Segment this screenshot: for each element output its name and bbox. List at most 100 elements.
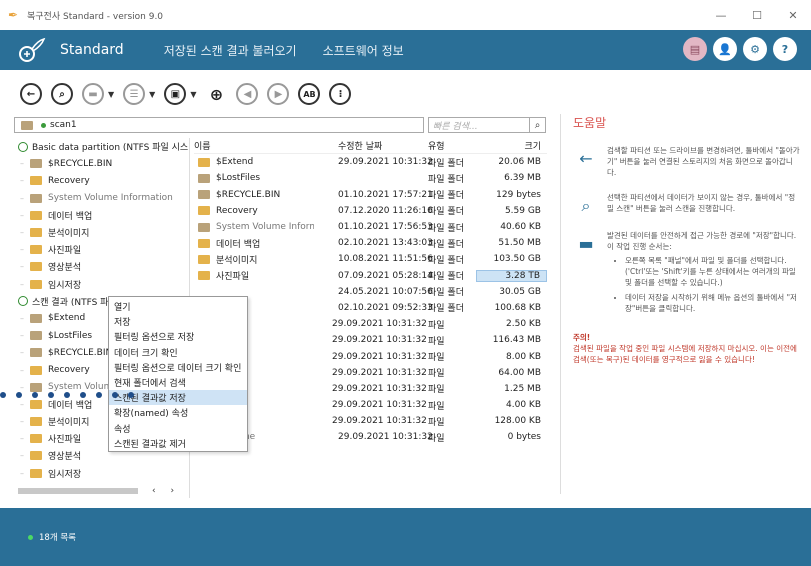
help-bullet: 데이터 저장을 시작하기 위해 메뉴 옵션의 툴바에서 "저장"버튼을 클릭합니… xyxy=(625,292,800,314)
folder-icon xyxy=(30,210,42,220)
table-row[interactable]: $RECYCLE.BIN 01.10.2021 17:57:21 파일 폴더 129 … xyxy=(194,187,547,203)
tree-item-label: 분석이미지 xyxy=(48,229,90,240)
cell-type: 파일 xyxy=(428,320,445,331)
table-row[interactable]: 사진파일 07.09.2021 05:28:14 파일 폴더 3.28 TB xyxy=(194,268,547,284)
tree-item[interactable]: – 임시저장 xyxy=(14,465,189,482)
maximize-button[interactable]: ☐ xyxy=(739,0,775,30)
nav-software-info[interactable]: 소프트웨어 정보 xyxy=(323,42,404,59)
tree-root-partition[interactable]: Basic data partition (NTFS 파일 시스템) xyxy=(14,138,189,155)
minimize-button[interactable]: — xyxy=(703,0,739,30)
binoculars-icon[interactable]: ⊕ xyxy=(205,83,227,105)
menu-item-save-filtered[interactable]: 필터링 옵션으로 저장 xyxy=(109,329,247,344)
table-row[interactable]: $LostFiles 파일 폴더 6.39 MB xyxy=(194,170,547,186)
list-dropdown-icon[interactable]: ▼ xyxy=(149,90,155,99)
menu-item-named-attributes[interactable]: 확장(named) 속성 xyxy=(109,405,247,420)
cell-name: System Volume Informati.. xyxy=(194,222,314,232)
scrollbar-thumb[interactable] xyxy=(18,488,138,494)
menu-item-open[interactable]: 열기 xyxy=(109,299,247,314)
col-size[interactable]: 크기 xyxy=(476,139,547,152)
cell-name: $Extend xyxy=(194,157,314,167)
export-dropdown-icon[interactable]: ▼ xyxy=(190,90,196,99)
tree-item-label: $RECYCLE.BIN xyxy=(48,158,113,169)
col-name[interactable]: 이름 xyxy=(194,139,314,152)
tree-item-label: Recovery xyxy=(48,365,90,376)
menu-item-remove-scan[interactable]: 스캔된 결과값 제거 xyxy=(109,436,247,451)
menu-item-check-size[interactable]: 데이터 크기 확인 xyxy=(109,345,247,360)
folder-icon xyxy=(198,222,210,232)
help-text: 검색할 파티션 또는 드라이브를 변경하려면, 툴바에서 "돌아가기" 버튼을 … xyxy=(607,146,800,177)
help-panel: 도움말 ← 검색할 파티션 또는 드라이브를 변경하려면, 툴바에서 "돌아가기… xyxy=(560,114,800,494)
menu-item-properties[interactable]: 속성 xyxy=(109,421,247,436)
tree-item[interactable]: –System Volume Information xyxy=(14,190,189,207)
cell-size: 40.60 KB xyxy=(500,222,541,233)
cell-date: 02.10.2021 09:52:33 xyxy=(314,303,433,313)
nav-load-scan[interactable]: 저장된 스캔 결과 불러오기 xyxy=(164,42,297,59)
folder-icon xyxy=(198,190,210,200)
cell-type: 파일 폴더 xyxy=(428,304,464,315)
cell-size: 100.68 KB xyxy=(494,302,541,313)
tree-item-label: 임시저장 xyxy=(48,469,82,480)
next-icon[interactable]: ▶ xyxy=(267,83,290,105)
menu-item-check-size-filtered[interactable]: 필터링 옵션으로 데이터 크기 확인 xyxy=(109,360,247,375)
cell-date: 29.09.2021 10:31:32 xyxy=(314,368,427,378)
tree-item-label: $Extend xyxy=(48,313,86,324)
save-icon[interactable]: ▬ xyxy=(82,83,104,105)
cell-size: 1.25 MB xyxy=(504,383,541,394)
info-icon[interactable]: ⁝ xyxy=(329,83,352,105)
table-row[interactable]: 분석이미지 10.08.2021 11:51:56 파일 폴더 103.50 GB xyxy=(194,251,547,267)
ab-icon[interactable]: AB xyxy=(298,83,321,105)
table-row[interactable]: System Volume Informati.. 01.10.2021 17:5… xyxy=(194,219,547,235)
cell-size: 128.00 KB xyxy=(494,416,541,427)
path-bar[interactable]: scan1 xyxy=(14,117,424,133)
tree-item[interactable]: – 영상분석 xyxy=(14,258,189,275)
folder-icon xyxy=(30,434,42,444)
warning-block: 주의! 검색된 파일을 작업 중인 파일 시스템에 저장하지 마십시오. 이는 … xyxy=(573,332,800,365)
cell-size: 129 bytes xyxy=(496,189,541,200)
prev-icon[interactable]: ◀ xyxy=(236,83,259,105)
cell-type: 파일 폴더 xyxy=(428,223,464,234)
cell-date: 01.10.2021 17:57:21 xyxy=(314,190,433,200)
brand-label: Standard xyxy=(60,42,124,58)
gear-icon[interactable]: ⚙ xyxy=(743,37,767,61)
cell-type: 파일 폴더 xyxy=(428,158,464,169)
col-date[interactable]: 수정한 날짜 xyxy=(314,139,420,152)
table-row[interactable]: $Extend 29.09.2021 10:31:32 파일 폴더 20.06 MB xyxy=(194,154,547,170)
tree-item[interactable]: – $RECYCLE.BIN xyxy=(14,155,189,172)
tree-item[interactable]: – Recovery xyxy=(14,172,189,189)
tree-item[interactable]: – 분석이미지 xyxy=(14,224,189,241)
scroll-arrows[interactable]: ‹ › xyxy=(152,486,180,496)
table-row[interactable]: 데이터 백업 02.10.2021 13:43:03 파일 폴더 51.50 MB xyxy=(194,235,547,251)
col-type[interactable]: 유형 xyxy=(420,139,476,152)
back-icon[interactable]: ← xyxy=(20,83,42,105)
save-dropdown-icon[interactable]: ▼ xyxy=(108,90,114,99)
export-icon[interactable]: ▣ xyxy=(164,83,187,105)
tree-item-label: 데이터 백업 xyxy=(48,211,93,222)
help-icon[interactable]: ? xyxy=(773,37,797,61)
date-text: 29.09.2021 10:31:32 xyxy=(332,335,427,346)
help-title: 도움말 xyxy=(573,116,607,130)
cell-name: 사진파일 xyxy=(194,269,314,282)
table-row[interactable]: Recovery 07.12.2020 11:26:16 파일 폴더 5.59 GB xyxy=(194,203,547,219)
search-icon[interactable]: ⌕ xyxy=(51,83,73,105)
status-dot-icon xyxy=(41,122,46,128)
card-icon[interactable]: ▤ xyxy=(683,37,707,61)
menu-item-save[interactable]: 저장 xyxy=(109,314,247,329)
user-icon[interactable]: 👤 xyxy=(713,37,737,61)
list-icon[interactable]: ☰ xyxy=(123,83,146,105)
magnifier-icon[interactable]: ⌕ xyxy=(529,118,545,132)
close-button[interactable]: ✕ xyxy=(775,0,811,30)
tree-item[interactable]: – 사진파일 xyxy=(14,241,189,258)
tree-item[interactable]: – 임시저장 xyxy=(14,276,189,293)
cell-size: 8.00 KB xyxy=(506,351,541,362)
cell-type: 파일 xyxy=(428,433,445,444)
tree-item[interactable]: – 데이터 백업 xyxy=(14,207,189,224)
tree-scrollbar[interactable]: ‹ › xyxy=(14,486,190,496)
search-input[interactable]: 빠른 검색... ⌕ xyxy=(428,117,546,133)
cell-name: $LostFiles xyxy=(194,173,314,183)
context-menu: 열기 저장 필터링 옵션으로 저장 데이터 크기 확인 필터링 옵션으로 데이터… xyxy=(108,296,248,452)
cell-date: 07.09.2021 05:28:14 xyxy=(314,271,433,281)
menu-item-search-folder[interactable]: 현재 폴더에서 검색 xyxy=(109,375,247,390)
tree-item-label: Recovery xyxy=(48,175,90,186)
help-text: 발견된 데이터를 안전하게 접근 가능한 경로에 "저장"합니다. 이 작업 진… xyxy=(607,231,797,251)
help-text: 선택한 파티션에서 데이터가 보이지 않는 경우, 툴바에서 "정밀 스캔" 버… xyxy=(607,193,796,213)
